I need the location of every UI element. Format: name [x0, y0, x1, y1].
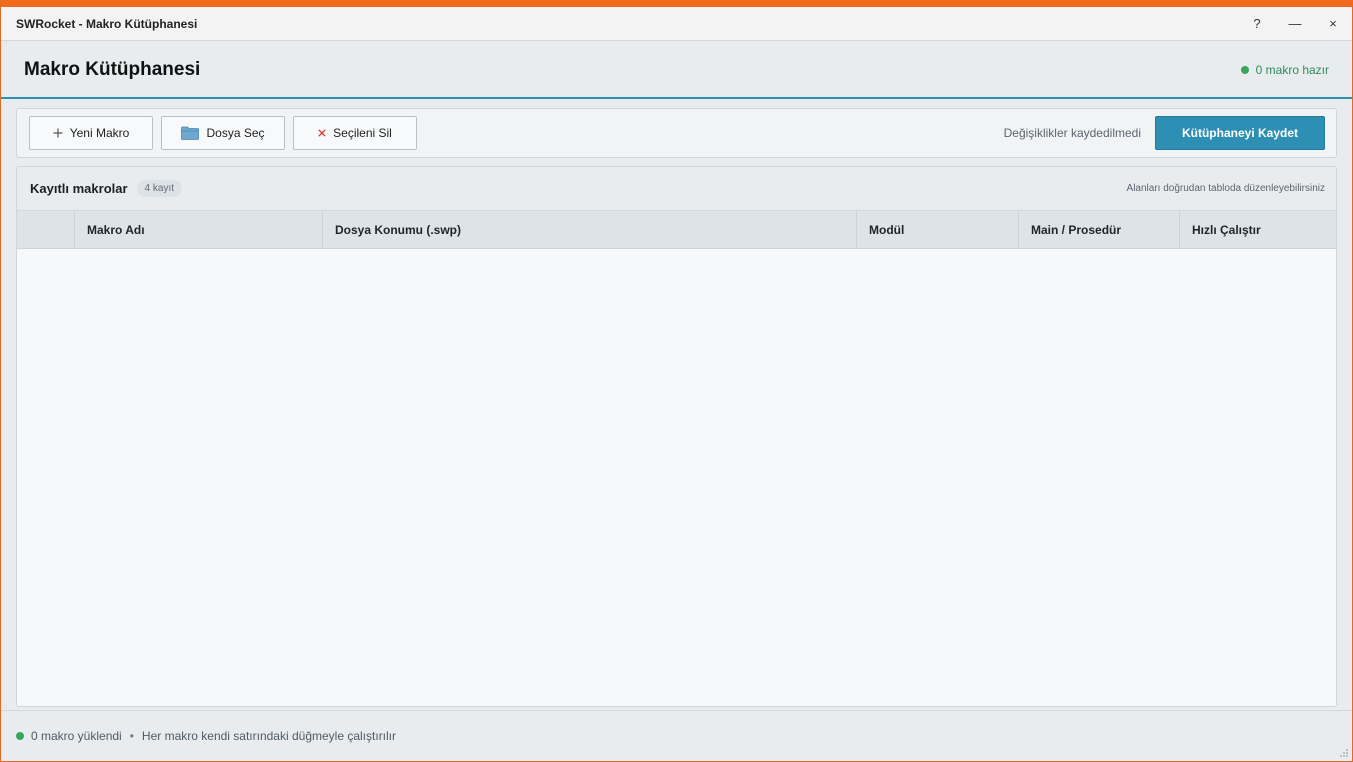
macro-table-panel: Kayıtlı makrolar 4 kayıt Alanları doğrud…: [16, 166, 1337, 707]
footer-info-text: Her makro kendi satırındaki düğmeyle çal…: [141, 729, 397, 743]
page-header: Makro Kütüphanesi 0 makro hazır: [1, 42, 1352, 99]
plus-icon: [53, 128, 63, 138]
status-dot-icon: [16, 732, 24, 740]
footer-separator: •: [129, 729, 134, 743]
toolbar: Yeni Makro Dosya Seç Seçileni Sil Değişi…: [16, 108, 1337, 158]
minimize-button[interactable]: —: [1276, 7, 1314, 41]
ready-status: 0 makro hazır: [1240, 62, 1352, 77]
loaded-count-text: 0 makro yüklendi: [31, 729, 122, 743]
title-bar: SWRocket - Makro Kütüphanesi ? — ×: [1, 7, 1352, 41]
column-header-file-path[interactable]: Dosya Konumu (.swp): [323, 211, 857, 248]
new-macro-label: Yeni Makro: [69, 126, 130, 140]
page-title: Makro Kütüphanesi: [24, 58, 201, 80]
table-body: [17, 249, 1336, 706]
x-icon: [318, 129, 326, 137]
column-header-macro-name[interactable]: Makro Adı: [75, 211, 323, 248]
choose-file-label: Dosya Seç: [206, 126, 265, 140]
window-controls: ? — ×: [1238, 7, 1352, 40]
save-library-button[interactable]: Kütüphaneyi Kaydet: [1155, 116, 1325, 150]
status-dot-icon: [1240, 65, 1249, 74]
folder-icon: [181, 126, 200, 140]
column-header-quick-run[interactable]: Hızlı Çalıştır: [1180, 211, 1336, 248]
ready-status-text: 0 makro hazır: [1255, 62, 1329, 77]
column-header-procedure[interactable]: Main / Prosedür: [1019, 211, 1180, 248]
window-title: SWRocket - Makro Kütüphanesi: [16, 16, 198, 31]
unsaved-changes-text: Değişiklikler kaydedilmedi: [1003, 126, 1141, 140]
table-header-bar: Kayıtlı makrolar 4 kayıt Alanları doğrud…: [17, 167, 1336, 211]
column-header-select[interactable]: [17, 211, 75, 248]
status-bar: 0 makro yüklendi • Her makro kendi satır…: [1, 710, 1352, 761]
app-window: SWRocket - Makro Kütüphanesi ? — × Makro…: [0, 0, 1353, 762]
delete-selected-button[interactable]: Seçileni Sil: [293, 116, 417, 150]
table-title: Kayıtlı makrolar: [30, 181, 128, 196]
delete-selected-label: Seçileni Sil: [333, 126, 392, 140]
record-count-badge: 4 kayıt: [136, 180, 183, 197]
column-header-module[interactable]: Modül: [857, 211, 1019, 248]
choose-file-button[interactable]: Dosya Seç: [161, 116, 285, 150]
resize-grip-icon[interactable]: [1339, 748, 1349, 758]
help-button[interactable]: ?: [1238, 7, 1276, 41]
close-button[interactable]: ×: [1314, 7, 1352, 41]
table-column-headers: Makro Adı Dosya Konumu (.swp) Modül Main…: [17, 211, 1336, 249]
edit-hint: Alanları doğrudan tabloda düzenleyebilir…: [1126, 183, 1325, 194]
new-macro-button[interactable]: Yeni Makro: [29, 116, 153, 150]
